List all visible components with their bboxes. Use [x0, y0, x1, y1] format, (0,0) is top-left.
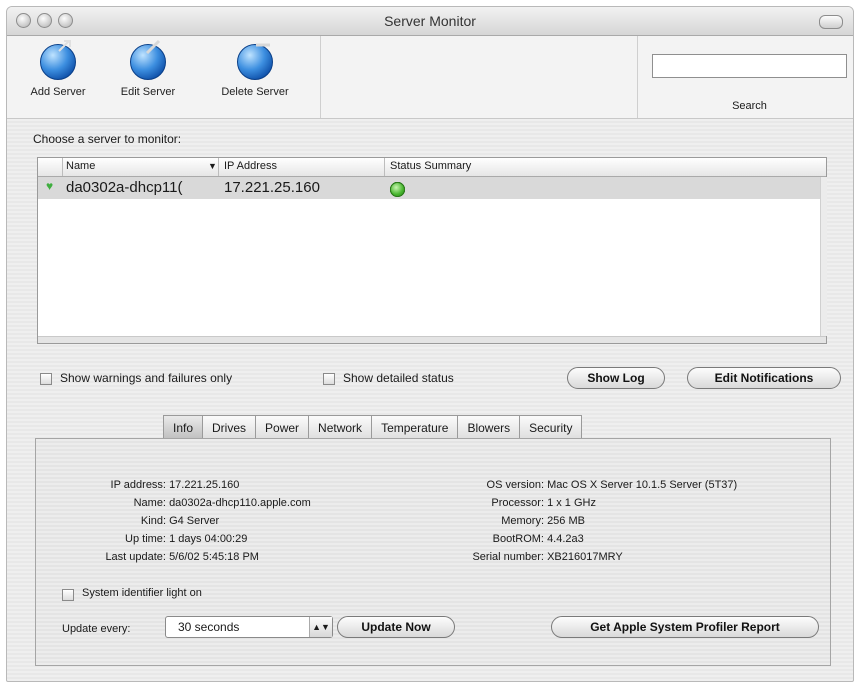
server-name: da0302a-dhcp11( [66, 179, 183, 196]
column-divider [62, 158, 63, 176]
tab-info[interactable]: Info [163, 415, 204, 439]
choose-server-label: Choose a server to monitor: [33, 132, 182, 146]
update-every-label: Update every: [62, 623, 131, 635]
profiler-report-button[interactable]: Get Apple System Profiler Report [551, 616, 819, 638]
edit-notifications-button[interactable]: Edit Notifications [687, 367, 841, 389]
tab-temperature[interactable]: Temperature [371, 415, 459, 439]
search-label: Search [732, 100, 767, 112]
delete-server-button[interactable]: Delete Server [203, 43, 307, 98]
status-ok-icon [390, 182, 405, 197]
show-log-button[interactable]: Show Log [567, 367, 665, 389]
toolbar-divider [637, 36, 638, 118]
info-last-update: Last update: 5/6/02 5:45:18 PM [105, 551, 259, 563]
server-ip: 17.221.25.160 [224, 179, 320, 196]
column-divider [384, 158, 385, 176]
info-serial: Serial number: XB216017MRY [472, 551, 623, 563]
list-header: Name ▼ IP Address Status Summary [38, 158, 826, 177]
column-header-ip[interactable]: IP Address [224, 160, 277, 172]
toolbar-divider [320, 36, 321, 118]
tab-network[interactable]: Network [308, 415, 373, 439]
window-title: Server Monitor [384, 13, 476, 29]
tab-blowers[interactable]: Blowers [457, 415, 521, 439]
toolbar: Add Server Edit Server Delete Server Sea… [7, 36, 853, 119]
info-ip: IP address: 17.221.25.160 [110, 479, 240, 491]
horizontal-scrollbar[interactable] [38, 336, 826, 343]
column-divider [218, 158, 219, 176]
server-list[interactable]: Name ▼ IP Address Status Summary ♥ da030… [37, 157, 827, 344]
detailed-status-label: Show detailed status [343, 371, 454, 385]
warnings-only-checkbox[interactable] [40, 373, 52, 385]
vertical-scrollbar[interactable] [820, 177, 827, 336]
detailed-status-checkbox[interactable] [323, 373, 335, 385]
detail-tabs: Info Drives Power Network Temperature Bl… [163, 415, 583, 439]
info-bootrom: BootROM: 4.4.2a3 [492, 533, 584, 545]
delete-server-icon [237, 43, 273, 80]
info-uptime: Up time: 1 days 04:00:29 [125, 533, 248, 545]
column-header-status[interactable]: Status Summary [390, 160, 471, 172]
add-server-icon [40, 40, 76, 80]
server-row[interactable]: ♥ da0302a-dhcp11( 17.221.25.160 [38, 177, 826, 199]
info-os-version: OS version: Mac OS X Server 10.1.5 Serve… [486, 479, 738, 491]
update-interval-select[interactable]: 30 seconds ▲▼ [165, 616, 333, 638]
edit-server-icon [130, 39, 166, 80]
title-bar[interactable]: Server Monitor [7, 7, 853, 36]
edit-server-button[interactable]: Edit Server [111, 39, 185, 98]
warnings-only-label: Show warnings and failures only [60, 371, 233, 385]
select-arrows-icon: ▲▼ [309, 617, 332, 637]
update-now-button[interactable]: Update Now [337, 616, 455, 638]
identifier-light-checkbox[interactable] [62, 589, 74, 601]
delete-server-label: Delete Server [221, 86, 289, 98]
info-memory: Memory: 256 MB [501, 515, 585, 527]
tab-power[interactable]: Power [255, 415, 310, 439]
add-server-button[interactable]: Add Server [21, 40, 95, 98]
update-interval-value: 30 seconds [178, 620, 240, 634]
heart-status-icon: ♥ [46, 179, 54, 193]
identifier-light-label: System identifier light on [82, 587, 202, 599]
search-input[interactable] [652, 54, 847, 78]
tab-drives[interactable]: Drives [202, 415, 257, 439]
column-header-name[interactable]: Name [66, 160, 95, 172]
sort-arrow-icon[interactable]: ▼ [208, 161, 217, 171]
toolbar-toggle-button[interactable] [819, 15, 843, 29]
tab-security[interactable]: Security [519, 415, 583, 439]
server-monitor-window: Server Monitor Add Server Edit Server De… [6, 6, 854, 682]
info-processor: Processor: 1 x 1 GHz [491, 497, 596, 509]
info-kind: Kind: G4 Server [140, 515, 220, 527]
info-name: Name: da0302a-dhcp110.apple.com [133, 497, 311, 509]
add-server-label: Add Server [30, 86, 86, 98]
edit-server-label: Edit Server [120, 86, 176, 98]
